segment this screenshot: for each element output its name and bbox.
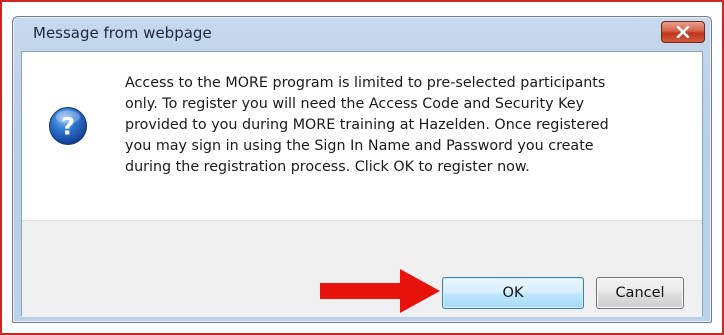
message-dialog: Message from webpage ? Access to the MOR…: [12, 16, 712, 323]
cancel-button[interactable]: Cancel: [596, 277, 684, 309]
red-arrow-icon: [320, 269, 440, 313]
svg-text:?: ?: [61, 113, 75, 141]
dialog-title: Message from webpage: [33, 24, 212, 42]
message-area: ? Access to the MORE program is limited …: [22, 52, 702, 220]
title-bar[interactable]: Message from webpage: [13, 17, 711, 51]
question-icon: ?: [49, 107, 87, 145]
close-icon: [676, 26, 690, 38]
button-bar: OK Cancel: [22, 220, 702, 317]
ok-button[interactable]: OK: [442, 277, 584, 309]
close-button[interactable]: [661, 21, 705, 43]
dialog-message: Access to the MORE program is limited to…: [125, 75, 609, 175]
dialog-body: ? Access to the MORE program is limited …: [21, 51, 703, 317]
